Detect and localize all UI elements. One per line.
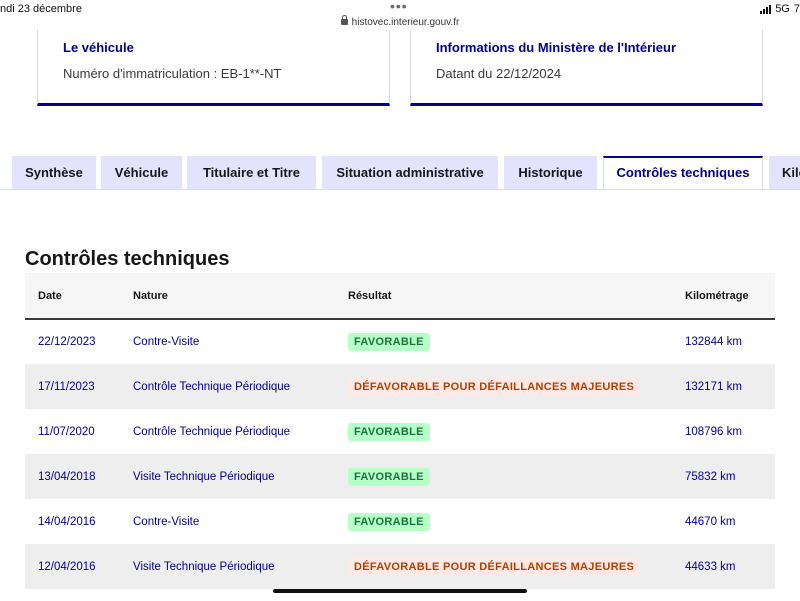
inspections-table: Date Nature Résultat Kilométrage 22/12/2…: [25, 273, 775, 589]
header-date: Date: [25, 273, 120, 320]
signal-bars-icon: [760, 4, 772, 14]
result-badge: DÉFAVORABLE POUR DÉFAILLANCES MAJEURES: [348, 557, 641, 576]
cell-mileage: 108796 km: [672, 409, 775, 454]
cell-date: 13/04/2018: [25, 454, 120, 499]
address-url: histovec.interieur.gouv.fr: [351, 17, 460, 28]
result-badge: DÉFAVORABLE POUR DÉFAILLANCES MAJEURES: [348, 377, 641, 396]
cell-date: 14/04/2016: [25, 499, 120, 544]
tab-synthese[interactable]: Synthèse: [12, 156, 96, 189]
tab-list: Synthèse Véhicule Titulaire et Titre Sit…: [0, 156, 800, 190]
tab-titulaire-titre[interactable]: Titulaire et Titre: [187, 156, 316, 189]
ministry-card-title: Informations du Ministère de l'Intérieur: [436, 40, 677, 55]
cell-date: 22/12/2023: [25, 319, 120, 364]
tab-kilometrage[interactable]: Kilo: [769, 156, 800, 189]
header-result: Résultat: [335, 273, 672, 320]
table-row: 13/04/2018 Visite Technique Périodique F…: [25, 454, 775, 499]
cell-result: FAVORABLE: [335, 454, 672, 499]
data-date: Datant du 22/12/2024: [436, 66, 562, 81]
cell-mileage: 132844 km: [672, 319, 775, 364]
table-row: 22/12/2023 Contre-Visite FAVORABLE 13284…: [25, 319, 775, 364]
result-badge: FAVORABLE: [348, 512, 430, 531]
cell-nature: Visite Technique Périodique: [120, 454, 335, 499]
table-header-row: Date Nature Résultat Kilométrage: [25, 273, 775, 320]
cell-result: FAVORABLE: [335, 499, 672, 544]
registration-number: Numéro d'immatriculation : EB-1**-NT: [63, 66, 282, 81]
cell-mileage: 44633 km: [672, 544, 775, 589]
ministry-info-card: Informations du Ministère de l'Intérieur…: [410, 30, 763, 106]
cell-nature: Contrôle Technique Périodique: [120, 409, 335, 454]
result-badge: FAVORABLE: [348, 467, 430, 486]
section-title: Contrôles techniques: [25, 248, 230, 270]
vehicle-card: Le véhicule Numéro d'immatriculation : E…: [37, 30, 390, 106]
cell-nature: Contre-Visite: [120, 319, 335, 364]
header-mileage: Kilométrage: [672, 273, 775, 320]
cell-mileage: 75832 km: [672, 454, 775, 499]
status-date: ndi 23 décembre: [0, 3, 82, 15]
cell-date: 17/11/2023: [25, 364, 120, 409]
tab-controles-techniques[interactable]: Contrôles techniques: [603, 156, 763, 190]
cell-date: 12/04/2016: [25, 544, 120, 589]
table-row: 17/11/2023 Contrôle Technique Périodique…: [25, 364, 775, 409]
header-nature: Nature: [120, 273, 335, 320]
table-row: 12/04/2016 Visite Technique Périodique D…: [25, 544, 775, 589]
cell-nature: Contre-Visite: [120, 499, 335, 544]
vehicle-card-title: Le véhicule: [63, 40, 134, 55]
cell-result: FAVORABLE: [335, 319, 672, 364]
cell-mileage: 132171 km: [672, 364, 775, 409]
address-bar[interactable]: histovec.interieur.gouv.fr: [0, 15, 800, 28]
tab-vehicule[interactable]: Véhicule: [101, 156, 182, 189]
result-badge: FAVORABLE: [348, 422, 430, 441]
cell-mileage: 44670 km: [672, 499, 775, 544]
more-options-icon[interactable]: •••: [390, 0, 408, 14]
home-indicator[interactable]: [273, 589, 527, 593]
result-badge: FAVORABLE: [348, 333, 430, 351]
table-row: 11/07/2020 Contrôle Technique Périodique…: [25, 409, 775, 454]
cell-result: DÉFAVORABLE POUR DÉFAILLANCES MAJEURES: [335, 364, 672, 409]
lock-icon: [340, 15, 348, 25]
cell-nature: Visite Technique Périodique: [120, 544, 335, 589]
cell-result: FAVORABLE: [335, 409, 672, 454]
battery-level: 7: [793, 3, 800, 15]
tab-historique[interactable]: Historique: [504, 156, 597, 189]
tab-situation-administrative[interactable]: Situation administrative: [322, 156, 498, 189]
network-type: 5G: [775, 3, 790, 15]
cell-result: DÉFAVORABLE POUR DÉFAILLANCES MAJEURES: [335, 544, 672, 589]
table-row: 14/04/2016 Contre-Visite FAVORABLE 44670…: [25, 499, 775, 544]
cell-nature: Contrôle Technique Périodique: [120, 364, 335, 409]
status-indicators: 5G 7: [760, 3, 800, 15]
cell-date: 11/07/2020: [25, 409, 120, 454]
